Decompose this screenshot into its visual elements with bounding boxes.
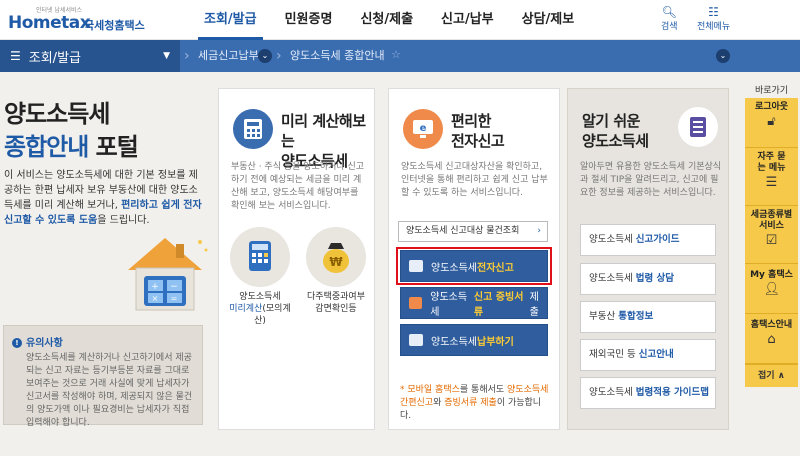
intro-description: 이 서비스는 양도소득세에 대한 기본 정보를 제공하는 한편 납세자 보유 부… [4, 170, 202, 226]
search-button[interactable]: 🔍︎ 검색 [661, 5, 678, 32]
page-title: 양도소득세 종합안내 포털 [4, 100, 139, 161]
quick-fold-button[interactable]: 접기 ∧ [745, 364, 798, 387]
nav-filing[interactable]: 신고/납부 [427, 0, 508, 40]
overseas-guide-link[interactable]: 재외국민 등 신고안내 [580, 339, 716, 371]
law-guidemap-link[interactable]: 양도소득세 법령적용 가이드맵 [580, 377, 716, 409]
card-description: 양도소득세 신고대상자산을 확인하고, 인터넷을 통해 편리하고 쉽게 신고 납… [401, 162, 548, 198]
svg-text:−: − [170, 282, 178, 292]
logo-wordmark: Hometax [8, 13, 91, 33]
quick-my-hometax[interactable]: My 홈택스 👤︎ [745, 264, 798, 314]
payment-button[interactable]: 양도소득세 납부하기 [400, 324, 548, 356]
calculator-icon [230, 227, 290, 287]
quick-links-sidebar: 바로가기 로그아웃 🔓︎ 자주 묻는 메뉴 ☰ 세금종류별 서비스 ☑ My 홈… [745, 84, 798, 396]
quick-links-header: 바로가기 [754, 86, 789, 96]
svg-text:=: = [171, 294, 178, 303]
logo-agency-name: 국세청홈택스 [84, 19, 145, 32]
realestate-info-link[interactable]: 부동산 통합정보 [580, 301, 716, 333]
notice-box: ! 유의사항 양도소득세를 계산하거나 신고하기에서 제공되는 신고 자료는 등기… [3, 325, 203, 428]
caret-down-icon: ▼ [163, 51, 170, 61]
breadcrumb-separator-icon: › [276, 48, 282, 64]
house-calculator-illustration: + − × = [128, 238, 208, 311]
global-nav: 조회/발급 민원증명 신청/제출 신고/납부 상담/제보 [190, 0, 588, 40]
quick-tax-service[interactable]: 세금종류별 서비스 ☑ [745, 206, 798, 264]
multi-house-check-button[interactable]: ₩ 다주택중과여부 감면확인등 [303, 227, 369, 315]
checklist-icon [678, 107, 718, 147]
card-description: 부동산 · 주식 등을 양도하거나 신고하기 전에 예상되는 세금을 미리 계산… [231, 162, 365, 211]
chevron-down-icon[interactable]: ⌄ [258, 49, 272, 63]
card-title: 알기 쉬운 양도소득세 [582, 112, 649, 150]
document-icon [409, 297, 423, 309]
quick-faq-menu[interactable]: 자주 묻는 메뉴 ☰ [745, 148, 798, 206]
notice-body: 양도소득세를 계산하거나 신고하기에서 제공되는 신고 자료는 등기부등본 자료… [26, 353, 193, 428]
filing-guide-link[interactable]: 양도소득세 신고가이드 [580, 224, 716, 256]
law-consult-link[interactable]: 양도소득세 법령 상담 [580, 263, 716, 295]
nav-application[interactable]: 신청/제출 [346, 0, 427, 40]
home-icon: ⌂ [767, 332, 776, 347]
highlight-box [396, 247, 552, 285]
top-header: 인터넷 납세서비스 Hometax 국세청홈택스 조회/발급 민원증명 신청/제… [0, 0, 800, 40]
monitor-e-icon: e [403, 109, 443, 149]
precalc-feature-button[interactable]: 양도소득세 미리계산(모의계산) [227, 227, 293, 327]
star-favorite-icon[interactable]: ☆ [391, 48, 401, 61]
svg-text:×: × [152, 294, 159, 303]
hamburger-icon: ☰ [10, 49, 21, 63]
checkbox-icon: ☑ [765, 233, 778, 248]
quick-hometax-guide[interactable]: 홈택스안내 ⌂ [745, 314, 798, 364]
nav-consult[interactable]: 상담/제보 [508, 0, 589, 40]
breadcrumb-item-tax-filing[interactable]: 세금신고납부 [198, 40, 259, 72]
search-icon: 🔍︎ [661, 5, 677, 19]
card-description: 알아두면 유용한 양도소득세 기본상식과 절세 TIP을 알려드리고, 신고에 … [580, 162, 722, 198]
info-icon: ! [12, 338, 22, 348]
notice-title: ! 유의사항 [12, 334, 194, 349]
person-icon: 👤︎ [763, 282, 781, 297]
evidence-submit-button[interactable]: 양도소득세 신고 증빙서류 제출 [400, 287, 548, 319]
breadcrumb-bar: ☰ 조회/발급 ▼ › 세금신고납부 ⌄ › 양도소득세 종합안내 ☆ ⌄ [0, 40, 800, 72]
all-menu-button[interactable]: ☷ 전체메뉴 [697, 5, 730, 32]
svg-text:e: e [420, 123, 427, 134]
grid-menu-icon: ☷ [708, 5, 719, 19]
chevron-right-icon: › [537, 226, 541, 236]
svg-text:+: + [151, 282, 159, 292]
list-icon: ☰ [765, 175, 778, 190]
card-precalc: 미리 계산해보는 양도소득세 부동산 · 주식 등을 양도하거나 신고하기 전에… [218, 88, 375, 430]
svg-text:₩: ₩ [329, 255, 343, 269]
nav-certificate[interactable]: 민원증명 [271, 0, 347, 40]
quick-logout[interactable]: 로그아웃 🔓︎ [745, 98, 798, 148]
money-bag-icon: ₩ [306, 227, 366, 287]
calculator-doc-icon [233, 109, 273, 149]
nav-inquiry[interactable]: 조회/발급 [190, 0, 271, 40]
breadcrumb-menu-toggle[interactable]: ☰ 조회/발급 ▼ [0, 40, 180, 72]
asset-search-button[interactable]: 양도소득세 신고대상 물건조회 › [398, 221, 548, 242]
card-title: 편리한 전자신고 [451, 112, 505, 150]
lock-icon: 🔓︎ [767, 114, 776, 129]
mobile-note: * 모바일 홈택스를 통해서도 양도소득세 간편신고와 증빙서류 제출이 가능합… [400, 385, 549, 421]
payment-icon [409, 334, 423, 346]
breadcrumb-separator-icon: › [184, 48, 190, 64]
breadcrumb-item-current: 양도소득세 종합안내 [290, 49, 385, 62]
chevron-down-icon[interactable]: ⌄ [716, 49, 730, 63]
